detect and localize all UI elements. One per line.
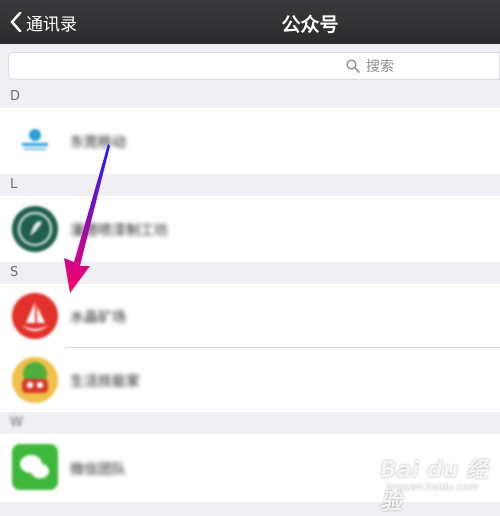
sailboat-logo-icon	[12, 293, 58, 339]
china-mobile-logo-icon	[12, 118, 58, 164]
search-bar: 搜索	[0, 44, 500, 86]
section-header-d: D	[0, 86, 500, 108]
section-header-l: L	[0, 174, 500, 196]
page-title: 公众号	[281, 14, 339, 36]
search-input[interactable]: 搜索	[8, 52, 500, 80]
account-avatar	[12, 118, 58, 164]
leaf-logo-icon	[12, 206, 58, 252]
section-header-s: S	[0, 262, 500, 284]
account-avatar	[12, 293, 58, 339]
cartoon-logo-icon	[12, 357, 58, 403]
account-row-life-skills[interactable]: 生活技能家	[0, 348, 500, 412]
account-name: 生活技能家	[70, 374, 140, 390]
section-letter: L	[10, 177, 18, 192]
account-row-crystal-mine[interactable]: 水晶矿场	[0, 284, 500, 348]
account-name: 水晶矿场	[70, 310, 126, 326]
section-letter: W	[10, 415, 23, 430]
account-row-l[interactable]: 漫德喷漆制工坊	[0, 196, 500, 262]
section-header-w: W	[0, 412, 500, 434]
account-name: 东莞移动	[70, 135, 126, 151]
baidu-jingyan-watermark: Bai du 经验 jingyan.baidu.com	[380, 450, 495, 515]
wechat-logo-icon	[12, 444, 58, 490]
search-placeholder: 搜索	[366, 59, 394, 75]
section-letter: S	[10, 265, 19, 280]
account-row-dongguan-mobile[interactable]: 东莞移动	[0, 108, 500, 174]
search-icon	[346, 59, 360, 73]
section-letter: D	[10, 89, 21, 104]
account-avatar	[12, 357, 58, 403]
account-avatar	[12, 206, 58, 252]
watermark-sub: jingyan.baidu.com	[386, 482, 479, 493]
account-avatar	[12, 444, 58, 490]
account-name: 微信团队	[70, 462, 126, 478]
account-name: 漫德喷漆制工坊	[70, 223, 168, 239]
nav-bar: 通讯录 公众号	[0, 0, 500, 44]
